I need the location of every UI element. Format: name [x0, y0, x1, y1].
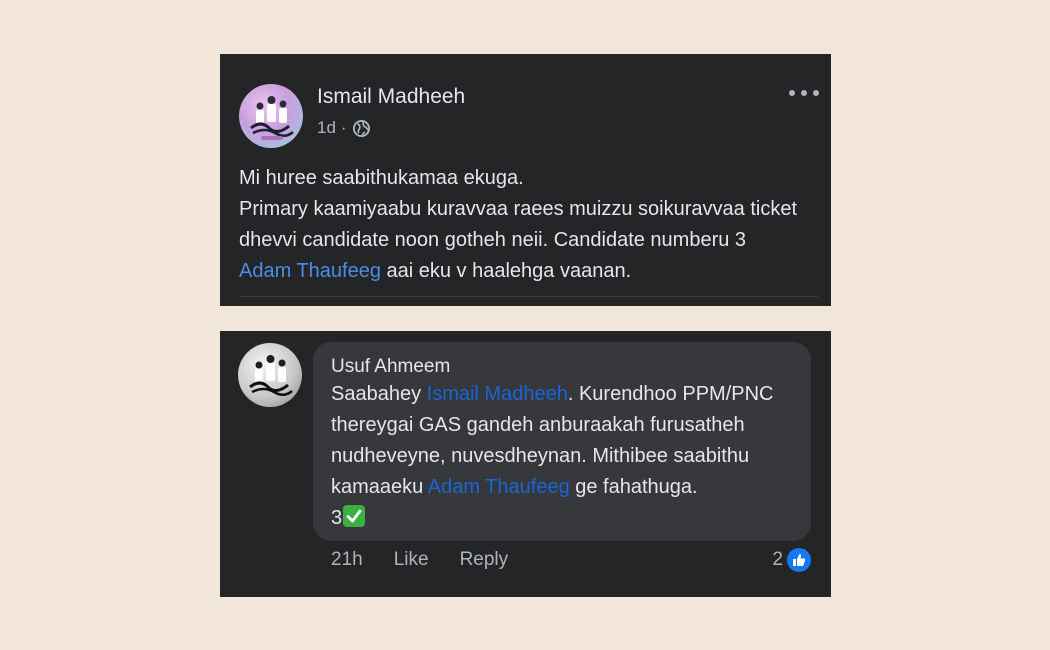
more-options-icon[interactable] — [789, 82, 819, 104]
more-dot — [813, 90, 819, 96]
like-button[interactable]: Like — [394, 549, 429, 571]
more-dot — [801, 90, 807, 96]
more-dot — [789, 90, 795, 96]
thumbs-up-icon — [786, 547, 812, 573]
comment-number: 3 — [331, 507, 343, 529]
post-text: Mi huree saabithukamaa ekuga. Primary ka… — [239, 163, 829, 287]
mention-link[interactable]: Ismail Madheeh — [427, 383, 568, 405]
comment-last-line: 3 — [331, 503, 803, 534]
post-line-2-text: Primary kaamiyaabu kuravvaa raees muizzu… — [239, 198, 797, 251]
avatar-image — [249, 355, 293, 396]
reaction-summary[interactable]: 2 — [772, 547, 812, 573]
comment-author-name[interactable]: Usuf Ahmeem — [331, 356, 450, 378]
post-time[interactable]: 1d — [317, 118, 336, 138]
reaction-count: 2 — [772, 549, 783, 570]
reply-button[interactable]: Reply — [460, 549, 509, 571]
comment-text-end: ge fahathuga. — [569, 476, 698, 498]
post-line-2: Primary kaamiyaabu kuravvaa raees muizzu… — [239, 194, 829, 287]
post-meta: 1d · — [317, 118, 371, 138]
commenter-avatar[interactable] — [238, 343, 302, 407]
comment-time[interactable]: 21h — [331, 549, 363, 571]
author-avatar[interactable] — [239, 84, 303, 148]
comment-card: Usuf Ahmeem Saabahey Ismail Madheeh. Kur… — [220, 331, 831, 597]
avatar-image — [250, 96, 294, 140]
comment-actions: 21h Like Reply — [331, 549, 508, 571]
meta-separator: · — [340, 118, 347, 137]
post-line-2-end: aai eku v haalehga vaanan. — [380, 260, 632, 282]
mention-link[interactable]: Adam Thaufeeg — [428, 476, 570, 498]
post-card: Ismail Madheeh 1d · Mi huree saabithukam… — [220, 54, 831, 306]
post-divider — [239, 296, 818, 297]
mention-link[interactable]: Adam Thaufeeg — [239, 260, 381, 282]
post-line-1: Mi huree saabithukamaa ekuga. — [239, 167, 524, 189]
comment-text-start: Saabahey — [331, 383, 427, 405]
comment-bubble: Usuf Ahmeem Saabahey Ismail Madheeh. Kur… — [313, 342, 811, 541]
comment-paragraph: Saabahey Ismail Madheeh. Kurendhoo PPM/P… — [331, 379, 803, 503]
globe-icon — [352, 119, 370, 137]
check-mark-icon — [343, 505, 366, 527]
comment-text: Saabahey Ismail Madheeh. Kurendhoo PPM/P… — [331, 379, 803, 534]
post-author-name[interactable]: Ismail Madheeh — [317, 85, 465, 109]
